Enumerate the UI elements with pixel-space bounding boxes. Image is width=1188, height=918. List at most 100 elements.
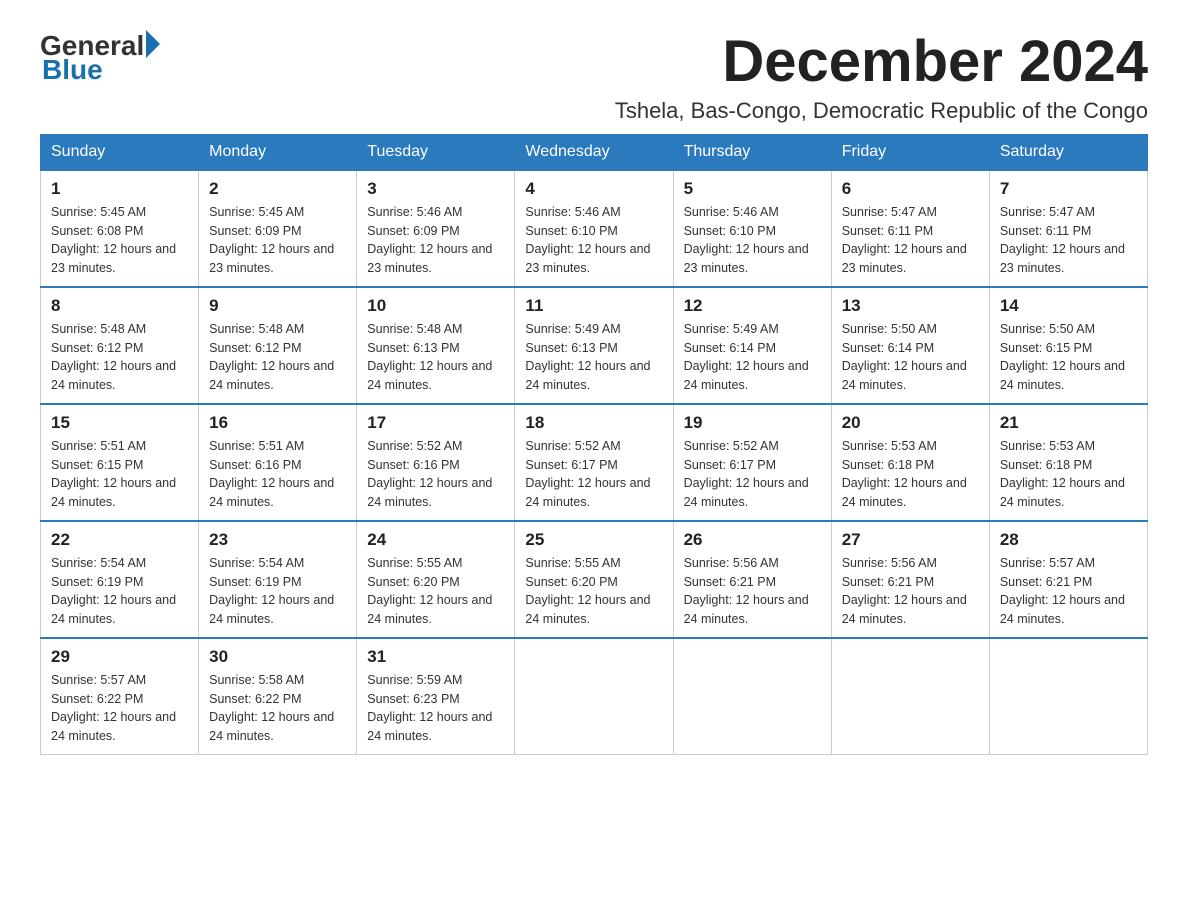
weekday-header-row: Sunday Monday Tuesday Wednesday Thursday… — [41, 134, 1148, 170]
week-row-3: 15 Sunrise: 5:51 AM Sunset: 6:15 PM Dayl… — [41, 404, 1148, 521]
calendar-cell: 13 Sunrise: 5:50 AM Sunset: 6:14 PM Dayl… — [831, 287, 989, 404]
calendar-cell: 21 Sunrise: 5:53 AM Sunset: 6:18 PM Dayl… — [989, 404, 1147, 521]
day-info: Sunrise: 5:56 AM Sunset: 6:21 PM Dayligh… — [842, 554, 979, 629]
title-section: December 2024 Tshela, Bas-Congo, Democra… — [615, 30, 1148, 124]
day-info: Sunrise: 5:54 AM Sunset: 6:19 PM Dayligh… — [209, 554, 346, 629]
header-sunday: Sunday — [41, 134, 199, 170]
calendar-cell: 28 Sunrise: 5:57 AM Sunset: 6:21 PM Dayl… — [989, 521, 1147, 638]
calendar-cell: 7 Sunrise: 5:47 AM Sunset: 6:11 PM Dayli… — [989, 170, 1147, 287]
day-info: Sunrise: 5:57 AM Sunset: 6:21 PM Dayligh… — [1000, 554, 1137, 629]
header: General Blue December 2024 Tshela, Bas-C… — [40, 30, 1148, 124]
day-number: 31 — [367, 647, 504, 667]
calendar-cell: 14 Sunrise: 5:50 AM Sunset: 6:15 PM Dayl… — [989, 287, 1147, 404]
day-number: 29 — [51, 647, 188, 667]
day-info: Sunrise: 5:57 AM Sunset: 6:22 PM Dayligh… — [51, 671, 188, 746]
calendar-cell: 30 Sunrise: 5:58 AM Sunset: 6:22 PM Dayl… — [199, 638, 357, 755]
day-info: Sunrise: 5:46 AM Sunset: 6:10 PM Dayligh… — [684, 203, 821, 278]
day-number: 16 — [209, 413, 346, 433]
week-row-1: 1 Sunrise: 5:45 AM Sunset: 6:08 PM Dayli… — [41, 170, 1148, 287]
day-number: 17 — [367, 413, 504, 433]
calendar-cell: 8 Sunrise: 5:48 AM Sunset: 6:12 PM Dayli… — [41, 287, 199, 404]
header-monday: Monday — [199, 134, 357, 170]
calendar-cell: 18 Sunrise: 5:52 AM Sunset: 6:17 PM Dayl… — [515, 404, 673, 521]
day-number: 23 — [209, 530, 346, 550]
header-tuesday: Tuesday — [357, 134, 515, 170]
calendar-cell — [831, 638, 989, 755]
day-number: 19 — [684, 413, 821, 433]
calendar-cell: 1 Sunrise: 5:45 AM Sunset: 6:08 PM Dayli… — [41, 170, 199, 287]
day-info: Sunrise: 5:47 AM Sunset: 6:11 PM Dayligh… — [842, 203, 979, 278]
header-saturday: Saturday — [989, 134, 1147, 170]
day-number: 25 — [525, 530, 662, 550]
day-number: 1 — [51, 179, 188, 199]
day-number: 4 — [525, 179, 662, 199]
day-info: Sunrise: 5:53 AM Sunset: 6:18 PM Dayligh… — [842, 437, 979, 512]
day-number: 18 — [525, 413, 662, 433]
day-info: Sunrise: 5:45 AM Sunset: 6:08 PM Dayligh… — [51, 203, 188, 278]
calendar-cell: 15 Sunrise: 5:51 AM Sunset: 6:15 PM Dayl… — [41, 404, 199, 521]
calendar-cell: 19 Sunrise: 5:52 AM Sunset: 6:17 PM Dayl… — [673, 404, 831, 521]
logo-blue-text: Blue — [42, 54, 160, 86]
day-info: Sunrise: 5:58 AM Sunset: 6:22 PM Dayligh… — [209, 671, 346, 746]
day-info: Sunrise: 5:52 AM Sunset: 6:17 PM Dayligh… — [525, 437, 662, 512]
calendar-cell: 12 Sunrise: 5:49 AM Sunset: 6:14 PM Dayl… — [673, 287, 831, 404]
calendar-cell: 5 Sunrise: 5:46 AM Sunset: 6:10 PM Dayli… — [673, 170, 831, 287]
day-info: Sunrise: 5:50 AM Sunset: 6:14 PM Dayligh… — [842, 320, 979, 395]
day-number: 26 — [684, 530, 821, 550]
day-info: Sunrise: 5:45 AM Sunset: 6:09 PM Dayligh… — [209, 203, 346, 278]
day-number: 10 — [367, 296, 504, 316]
day-info: Sunrise: 5:48 AM Sunset: 6:13 PM Dayligh… — [367, 320, 504, 395]
calendar-cell: 27 Sunrise: 5:56 AM Sunset: 6:21 PM Dayl… — [831, 521, 989, 638]
week-row-2: 8 Sunrise: 5:48 AM Sunset: 6:12 PM Dayli… — [41, 287, 1148, 404]
day-number: 11 — [525, 296, 662, 316]
week-row-5: 29 Sunrise: 5:57 AM Sunset: 6:22 PM Dayl… — [41, 638, 1148, 755]
day-number: 9 — [209, 296, 346, 316]
day-info: Sunrise: 5:56 AM Sunset: 6:21 PM Dayligh… — [684, 554, 821, 629]
day-number: 3 — [367, 179, 504, 199]
calendar-cell: 23 Sunrise: 5:54 AM Sunset: 6:19 PM Dayl… — [199, 521, 357, 638]
day-info: Sunrise: 5:47 AM Sunset: 6:11 PM Dayligh… — [1000, 203, 1137, 278]
calendar-cell: 6 Sunrise: 5:47 AM Sunset: 6:11 PM Dayli… — [831, 170, 989, 287]
calendar-cell: 25 Sunrise: 5:55 AM Sunset: 6:20 PM Dayl… — [515, 521, 673, 638]
day-info: Sunrise: 5:59 AM Sunset: 6:23 PM Dayligh… — [367, 671, 504, 746]
calendar-cell: 31 Sunrise: 5:59 AM Sunset: 6:23 PM Dayl… — [357, 638, 515, 755]
day-info: Sunrise: 5:52 AM Sunset: 6:17 PM Dayligh… — [684, 437, 821, 512]
day-number: 22 — [51, 530, 188, 550]
day-number: 6 — [842, 179, 979, 199]
day-info: Sunrise: 5:51 AM Sunset: 6:15 PM Dayligh… — [51, 437, 188, 512]
day-info: Sunrise: 5:52 AM Sunset: 6:16 PM Dayligh… — [367, 437, 504, 512]
calendar-cell — [989, 638, 1147, 755]
calendar-cell: 26 Sunrise: 5:56 AM Sunset: 6:21 PM Dayl… — [673, 521, 831, 638]
logo: General Blue — [40, 30, 160, 86]
day-number: 20 — [842, 413, 979, 433]
day-number: 2 — [209, 179, 346, 199]
day-info: Sunrise: 5:48 AM Sunset: 6:12 PM Dayligh… — [209, 320, 346, 395]
calendar-cell: 10 Sunrise: 5:48 AM Sunset: 6:13 PM Dayl… — [357, 287, 515, 404]
day-info: Sunrise: 5:49 AM Sunset: 6:14 PM Dayligh… — [684, 320, 821, 395]
calendar-cell: 24 Sunrise: 5:55 AM Sunset: 6:20 PM Dayl… — [357, 521, 515, 638]
day-info: Sunrise: 5:54 AM Sunset: 6:19 PM Dayligh… — [51, 554, 188, 629]
header-wednesday: Wednesday — [515, 134, 673, 170]
day-number: 27 — [842, 530, 979, 550]
day-number: 12 — [684, 296, 821, 316]
calendar-cell: 2 Sunrise: 5:45 AM Sunset: 6:09 PM Dayli… — [199, 170, 357, 287]
calendar-cell: 3 Sunrise: 5:46 AM Sunset: 6:09 PM Dayli… — [357, 170, 515, 287]
day-number: 21 — [1000, 413, 1137, 433]
day-number: 8 — [51, 296, 188, 316]
day-info: Sunrise: 5:46 AM Sunset: 6:09 PM Dayligh… — [367, 203, 504, 278]
day-info: Sunrise: 5:53 AM Sunset: 6:18 PM Dayligh… — [1000, 437, 1137, 512]
calendar-cell: 20 Sunrise: 5:53 AM Sunset: 6:18 PM Dayl… — [831, 404, 989, 521]
day-info: Sunrise: 5:50 AM Sunset: 6:15 PM Dayligh… — [1000, 320, 1137, 395]
day-number: 14 — [1000, 296, 1137, 316]
day-info: Sunrise: 5:51 AM Sunset: 6:16 PM Dayligh… — [209, 437, 346, 512]
calendar-cell — [673, 638, 831, 755]
calendar-cell: 11 Sunrise: 5:49 AM Sunset: 6:13 PM Dayl… — [515, 287, 673, 404]
calendar-cell: 16 Sunrise: 5:51 AM Sunset: 6:16 PM Dayl… — [199, 404, 357, 521]
calendar-cell: 22 Sunrise: 5:54 AM Sunset: 6:19 PM Dayl… — [41, 521, 199, 638]
location-subtitle: Tshela, Bas-Congo, Democratic Republic o… — [615, 98, 1148, 124]
day-number: 13 — [842, 296, 979, 316]
day-info: Sunrise: 5:55 AM Sunset: 6:20 PM Dayligh… — [525, 554, 662, 629]
calendar-cell: 4 Sunrise: 5:46 AM Sunset: 6:10 PM Dayli… — [515, 170, 673, 287]
calendar-cell — [515, 638, 673, 755]
day-number: 15 — [51, 413, 188, 433]
